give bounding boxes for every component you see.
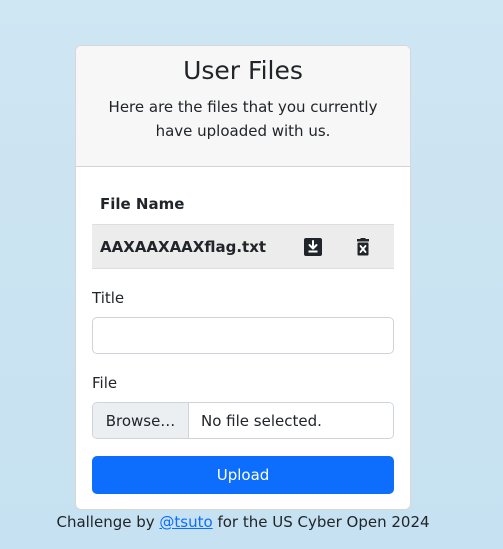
delete-icon[interactable] xyxy=(352,236,374,258)
title-label: Title xyxy=(92,289,125,307)
footer: Challenge by @tsuto for the US Cyber Ope… xyxy=(0,512,486,532)
file-status: No file selected. xyxy=(189,403,393,438)
files-card: User Files Here are the files that you c… xyxy=(75,45,411,510)
card-body: File Name AAXAAXAAXflag.txt Title File B… xyxy=(76,167,410,494)
card-header: User Files Here are the files that you c… xyxy=(76,46,410,167)
browse-button[interactable]: Browse… xyxy=(93,403,189,438)
footer-prefix: Challenge by xyxy=(56,513,160,531)
files-table: File Name AAXAAXAAXflag.txt xyxy=(92,189,394,269)
upload-button[interactable]: Upload xyxy=(92,456,394,494)
page-subtitle: Here are the files that you currently ha… xyxy=(108,98,378,140)
download-icon[interactable] xyxy=(302,236,324,258)
table-header-file-name: File Name xyxy=(92,189,394,225)
author-link[interactable]: @tsuto xyxy=(159,513,212,531)
file-name: AAXAAXAAXflag.txt xyxy=(100,237,267,256)
page-title: User Files xyxy=(183,56,303,85)
file-picker[interactable]: Browse… No file selected. xyxy=(92,402,394,439)
title-input[interactable] xyxy=(92,317,394,354)
footer-suffix: for the US Cyber Open 2024 xyxy=(212,513,430,531)
file-label: File xyxy=(92,374,118,392)
table-row: AAXAAXAAXflag.txt xyxy=(92,225,394,269)
